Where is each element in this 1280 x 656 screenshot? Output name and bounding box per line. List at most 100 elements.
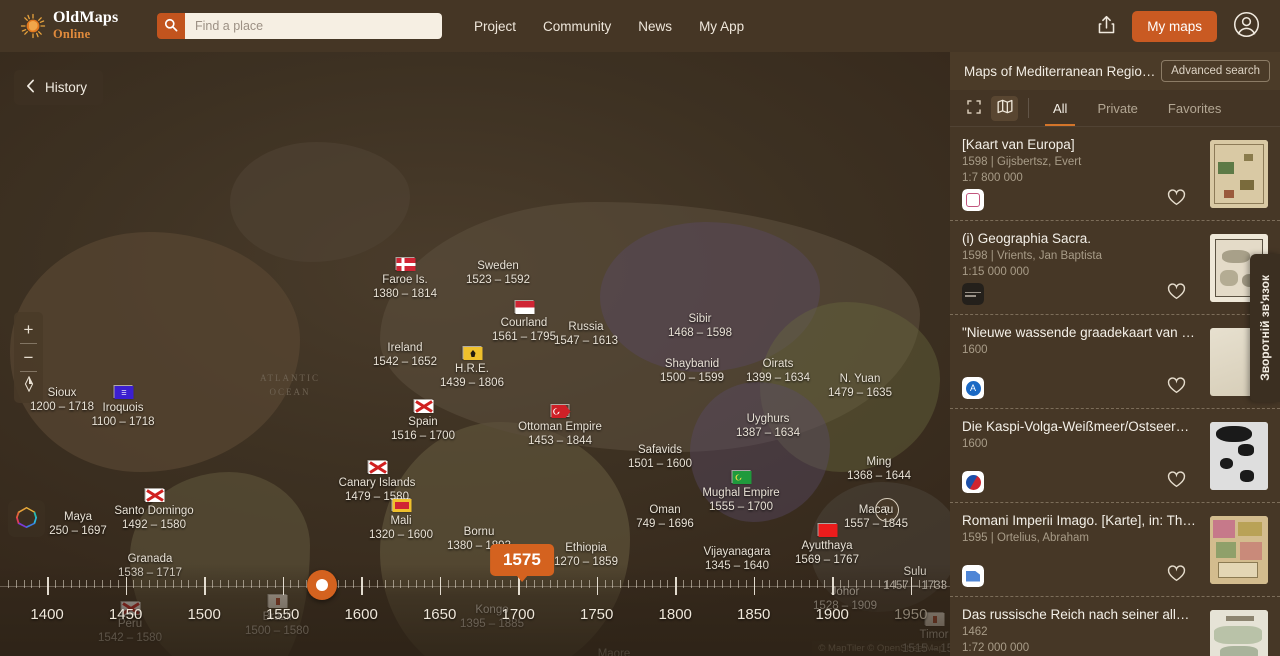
result-footer	[962, 283, 1200, 305]
territory-name: Oman	[636, 503, 694, 517]
map-view-button[interactable]	[991, 96, 1018, 121]
map-result-item[interactable]: Das russische Reich nach seiner allm…146…	[950, 597, 1280, 656]
timeline-tick-minor	[94, 580, 95, 588]
brand-logo[interactable]: OldMaps Online	[20, 10, 130, 42]
current-year-badge: 1575	[490, 544, 554, 576]
timeline-handle[interactable]	[307, 570, 337, 600]
timeline-tick-minor	[39, 580, 40, 588]
top-navigation-bar: OldMaps Online Project Community News My…	[0, 0, 1280, 52]
favorite-toggle[interactable]	[1167, 471, 1186, 493]
timeline-tick-minor	[118, 580, 119, 588]
result-source-icon[interactable]	[962, 283, 984, 305]
map-results-list[interactable]: [Kaart van Europa]1598 | Gijsbertsz, Eve…	[950, 127, 1280, 656]
top-bar-actions: My maps	[1097, 11, 1260, 42]
grid-view-icon	[967, 100, 981, 117]
map-canvas[interactable]: ATLANTICOCEAN History + −	[0, 52, 950, 656]
result-scale: 1:15 000 000	[962, 265, 1200, 281]
favorite-toggle[interactable]	[1167, 189, 1186, 211]
result-text-block: Die Kaspi-Volga-Weißmeer/Ostseer…1600	[962, 419, 1200, 493]
share-icon	[1097, 14, 1116, 38]
territory-flag-ottoman-empire	[551, 404, 570, 417]
result-thumbnail[interactable]	[1210, 140, 1268, 208]
timeline-tick-minor	[369, 580, 370, 588]
timeline-tick-minor	[24, 580, 25, 588]
nav-item-my-app[interactable]: My App	[699, 19, 744, 34]
zoom-out-button[interactable]: −	[14, 344, 43, 371]
advanced-search-button[interactable]: Advanced search	[1161, 60, 1270, 82]
favorite-toggle[interactable]	[1167, 377, 1186, 399]
map-style-button[interactable]	[8, 500, 45, 537]
result-thumbnail[interactable]	[1210, 610, 1268, 656]
result-text-block: Romani Imperii Imago. [Karte], in: Th…15…	[962, 513, 1200, 587]
timeline-tick-minor	[102, 580, 103, 588]
map-result-item[interactable]: [Kaart van Europa]1598 | Gijsbertsz, Eve…	[950, 127, 1280, 221]
favorite-toggle[interactable]	[1167, 565, 1186, 587]
tab-all[interactable]: All	[1039, 90, 1081, 126]
timeline-tick-major	[126, 577, 128, 595]
compass-button[interactable]	[14, 372, 43, 399]
favorite-toggle[interactable]	[1167, 283, 1186, 305]
search-button[interactable]	[157, 13, 185, 39]
zoom-in-button[interactable]: +	[14, 316, 43, 343]
tab-private[interactable]: Private	[1083, 90, 1151, 126]
map-result-item[interactable]: "Nieuwe wassende graadekaart van …1600A	[950, 315, 1280, 409]
map-result-item[interactable]: Die Kaspi-Volga-Weißmeer/Ostseer…1600	[950, 409, 1280, 503]
timeline-tick-minor	[793, 580, 794, 588]
result-title: "Nieuwe wassende graadekaart van …	[962, 325, 1200, 340]
map-result-item[interactable]: Romani Imperii Imago. [Karte], in: Th…15…	[950, 503, 1280, 597]
territory-flag-ayutthaya	[818, 523, 837, 536]
results-sidebar: Maps of Mediterranean Regio… Advanced se…	[950, 52, 1280, 656]
result-source-icon[interactable]	[962, 189, 984, 211]
brand-wordmark: OldMaps Online	[53, 10, 118, 42]
tab-favorites[interactable]: Favorites	[1154, 90, 1235, 126]
nav-item-news[interactable]: News	[638, 19, 672, 34]
history-button-label: History	[45, 80, 87, 95]
result-footer	[962, 189, 1200, 211]
timeline-tick-minor	[110, 580, 111, 588]
result-title: (i) Geographia Sacra.	[962, 231, 1200, 246]
timeline-tick-minor	[652, 580, 653, 588]
territory-name: Maore	[582, 647, 646, 656]
sidebar-header: Maps of Mediterranean Regio… Advanced se…	[950, 52, 1280, 90]
nav-item-project[interactable]: Project	[474, 19, 516, 34]
timeline-tick-minor	[63, 580, 64, 588]
timeline-tick-major	[675, 577, 677, 595]
search-input[interactable]	[185, 13, 442, 39]
grid-view-button[interactable]	[960, 96, 987, 121]
territory-label: Vijayanagara1345 – 1640	[704, 545, 771, 574]
map-result-item[interactable]: (i) Geographia Sacra. 1598 | Vrients, Jan…	[950, 221, 1280, 315]
territory-name: Vijayanagara	[704, 545, 771, 559]
result-thumbnail[interactable]	[1210, 516, 1268, 584]
timeline-tick-minor	[377, 580, 378, 588]
timeline-tick-minor	[714, 580, 715, 588]
timeline-tick-minor	[353, 580, 354, 588]
filter-tabs: All Private Favorites	[1039, 90, 1235, 126]
search-bar[interactable]	[157, 13, 442, 39]
brand-line-2: Online	[53, 27, 90, 41]
color-palette-icon	[14, 505, 39, 533]
feedback-tab[interactable]: Зворотній зв'язок	[1250, 254, 1280, 402]
account-button[interactable]	[1233, 11, 1260, 41]
timeline-tick-minor	[71, 580, 72, 588]
timeline-tick-minor	[31, 580, 32, 588]
result-meta: 1595 | Ortelius, Abraham	[962, 531, 1200, 547]
help-button[interactable]: ?	[875, 498, 899, 522]
territory-flag-spain	[414, 399, 433, 412]
result-source-icon[interactable]	[962, 565, 984, 587]
share-button[interactable]	[1097, 14, 1116, 38]
sidebar-title: Maps of Mediterranean Regio…	[964, 64, 1161, 79]
territory-label: Maore1500 – 1833	[582, 647, 646, 656]
timeline-tick-minor	[777, 580, 778, 588]
nav-item-community[interactable]: Community	[543, 19, 611, 34]
territory-flag-iroquois: ☰	[114, 385, 133, 398]
timeline-tick-minor	[628, 580, 629, 588]
my-maps-button[interactable]: My maps	[1132, 11, 1217, 42]
toolbar-divider	[1028, 98, 1029, 118]
timeline-tick-minor	[699, 580, 700, 588]
result-meta: 1598 | Vrients, Jan Baptista	[962, 249, 1200, 265]
result-source-icon[interactable]: A	[962, 377, 984, 399]
result-thumbnail[interactable]	[1210, 422, 1268, 490]
history-button[interactable]: History	[14, 70, 103, 105]
timeline-tick-minor	[691, 580, 692, 588]
result-source-icon[interactable]	[962, 471, 984, 493]
